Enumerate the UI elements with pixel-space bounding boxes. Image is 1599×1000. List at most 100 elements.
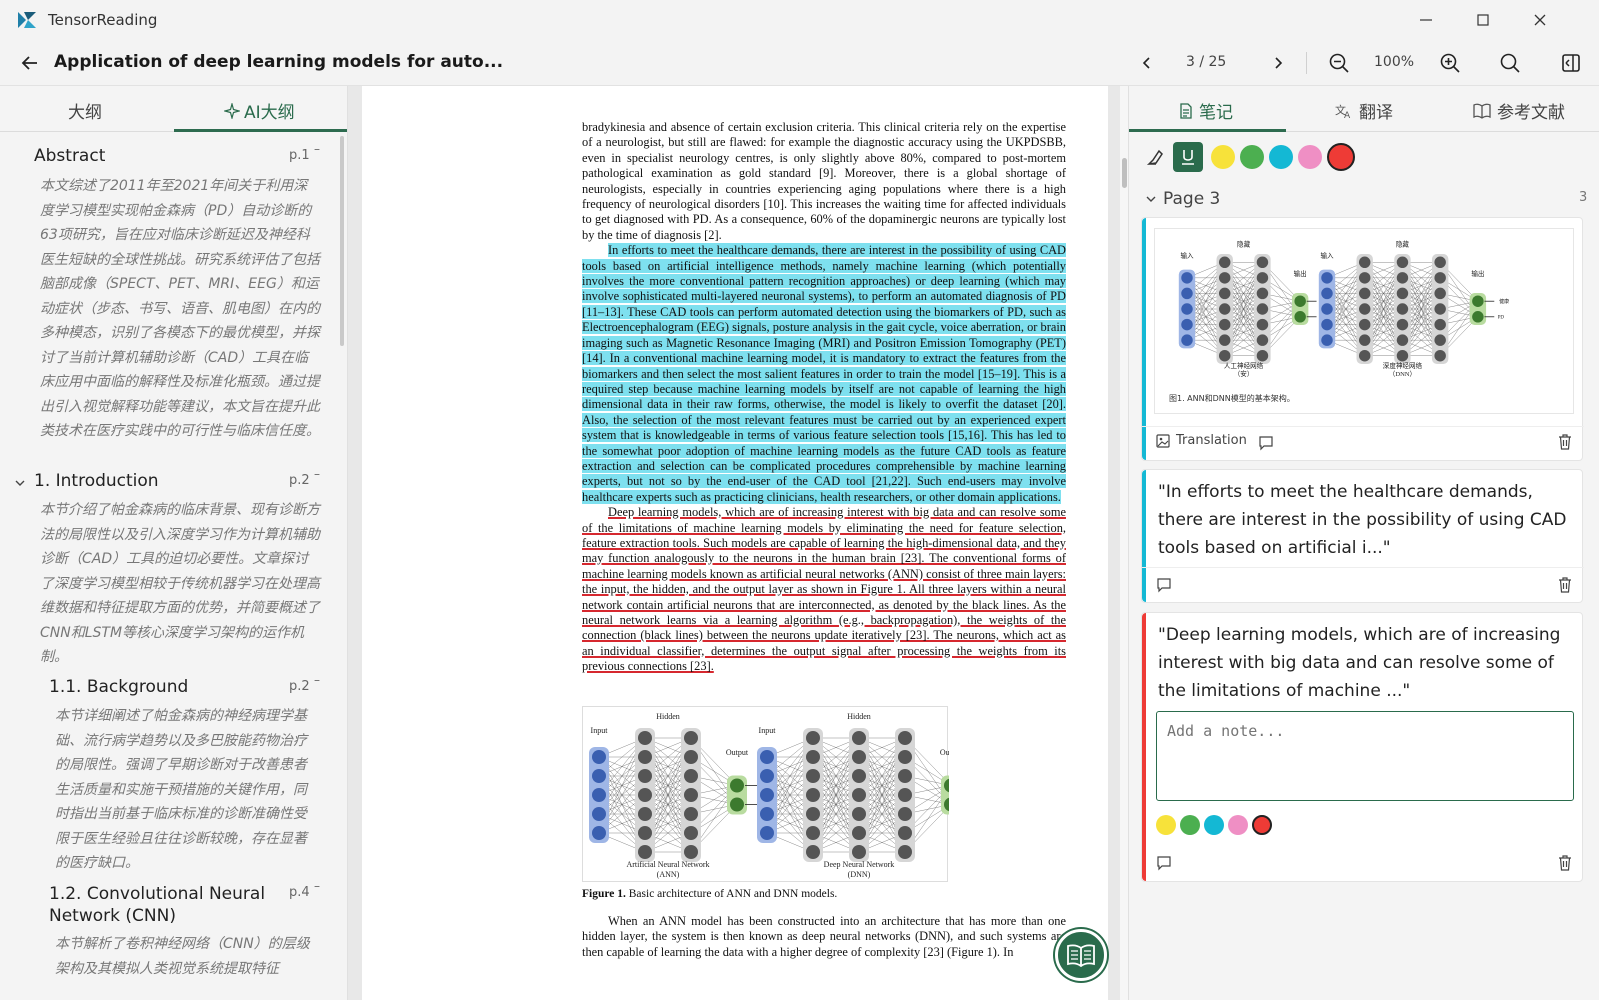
neuron xyxy=(1358,272,1371,284)
close-window-button[interactable] xyxy=(1525,8,1555,32)
neuron xyxy=(1472,311,1484,323)
outline-item-title[interactable]: Abstract xyxy=(34,146,105,166)
page-group-header[interactable]: Page 3 xyxy=(1145,189,1220,209)
note-card-footer: Translation xyxy=(1156,433,1576,453)
collapse-icon[interactable]: – xyxy=(314,467,320,481)
label-pd: PD xyxy=(1498,315,1505,320)
neuron xyxy=(760,769,774,783)
tab-notes[interactable]: 笔记 xyxy=(1179,98,1233,123)
neuron xyxy=(898,845,912,859)
outline-item-title[interactable]: 1. Introduction xyxy=(34,471,159,491)
neuron xyxy=(852,807,866,821)
neuron xyxy=(1434,334,1446,346)
neuron xyxy=(852,826,866,840)
maximize-button[interactable] xyxy=(1468,8,1498,32)
tab-notes-label: 笔记 xyxy=(1199,103,1233,123)
neuron xyxy=(898,731,912,745)
outline-item-title[interactable]: 1.1. Background xyxy=(49,677,188,697)
trash-icon[interactable] xyxy=(1558,855,1572,871)
tab-outline[interactable]: 大纲 xyxy=(68,98,102,123)
neuron xyxy=(1358,303,1371,315)
translation-button[interactable]: Translation xyxy=(1156,433,1247,448)
note-card-underline[interactable]: "Deep learning models, which are of incr… xyxy=(1141,612,1583,882)
comment-icon[interactable] xyxy=(1156,577,1172,593)
collapse-icon[interactable]: – xyxy=(314,879,320,893)
underline-tool[interactable] xyxy=(1173,142,1203,172)
pdf-page[interactable]: bradykinesia and absence of certain excl… xyxy=(362,86,1108,1000)
label-input: 输入 xyxy=(1180,251,1194,260)
tab-ai-outline[interactable]: AI大纲 xyxy=(224,98,295,123)
note-color-bar xyxy=(1142,470,1146,602)
outline-item-title[interactable]: 1.2. Convolutional Neural Network (CNN) xyxy=(49,883,269,927)
neuron xyxy=(592,807,606,821)
neuron xyxy=(638,769,652,783)
label-output: Output xyxy=(726,748,749,757)
note-color-pink[interactable] xyxy=(1228,815,1248,835)
next-page-button[interactable] xyxy=(1265,50,1291,76)
trash-icon[interactable] xyxy=(1558,577,1572,593)
neuron xyxy=(806,826,820,840)
neuron xyxy=(1472,295,1484,307)
zoom-in-button[interactable] xyxy=(1437,50,1463,76)
page-indicator[interactable]: 3 / 25 xyxy=(1186,54,1226,70)
note-input[interactable] xyxy=(1156,711,1574,801)
chevron-down-icon[interactable] xyxy=(14,477,26,489)
color-swatch-pink[interactable] xyxy=(1298,145,1322,169)
neuron xyxy=(638,731,652,745)
neuron xyxy=(1218,334,1231,346)
outline-tabs: 大纲 AI大纲 xyxy=(0,86,347,132)
highlight-cyan[interactable]: In efforts to meet the healthcare demand… xyxy=(582,243,1066,504)
chevron-down-icon xyxy=(1146,196,1156,202)
note-color-green[interactable] xyxy=(1180,815,1200,835)
toggle-sidebar-button[interactable] xyxy=(1558,50,1584,76)
neuron xyxy=(684,769,698,783)
paragraph-underlined[interactable]: Deep learning models, which are of incre… xyxy=(582,505,1066,674)
outline-item-summary: 本节介绍了帕金森病的临床背景、现有诊断方法的局限性以及引入深度学习作为计算机辅助… xyxy=(40,502,320,665)
color-swatch-green[interactable] xyxy=(1240,145,1264,169)
scrollbar-thumb[interactable] xyxy=(1122,158,1127,188)
note-color-cyan[interactable] xyxy=(1204,815,1224,835)
neuron xyxy=(638,750,652,764)
color-swatch-yellow[interactable] xyxy=(1211,145,1235,169)
collapse-icon[interactable]: – xyxy=(314,142,320,156)
comment-icon[interactable] xyxy=(1258,435,1274,451)
collapse-icon[interactable]: – xyxy=(314,673,320,687)
neuron xyxy=(1396,272,1409,284)
outline-scrollbar[interactable] xyxy=(340,136,344,346)
comment-icon[interactable] xyxy=(1156,855,1172,871)
viewer-scrollbar[interactable] xyxy=(1120,86,1128,1000)
color-swatch-cyan[interactable] xyxy=(1269,145,1293,169)
zoom-out-button[interactable] xyxy=(1326,50,1352,76)
neuron xyxy=(898,750,912,764)
document-viewer[interactable]: bradykinesia and absence of certain excl… xyxy=(348,86,1120,1000)
reading-mode-button[interactable] xyxy=(1055,929,1107,981)
network-name: 深度神经网络 xyxy=(1383,361,1423,370)
color-swatch-red[interactable] xyxy=(1327,143,1355,171)
previous-page-button[interactable] xyxy=(1134,50,1160,76)
neuron xyxy=(898,807,912,821)
outline-item-summary: 本节解析了卷积神经网络（CNN）的层级架构及其模拟人类视觉系统提取特征 xyxy=(55,936,310,977)
back-button[interactable] xyxy=(18,51,42,75)
note-color-red[interactable] xyxy=(1252,815,1272,835)
document-body: bradykinesia and absence of certain excl… xyxy=(582,120,1066,675)
outline-item-page: p.2 xyxy=(289,679,310,694)
neuron xyxy=(806,845,820,859)
note-card-highlight[interactable]: "In efforts to meet the healthcare deman… xyxy=(1141,469,1584,603)
note-card-footer xyxy=(1156,577,1576,597)
zoom-in-icon xyxy=(1440,53,1460,73)
tab-references[interactable]: 参考文献 xyxy=(1473,98,1565,123)
tab-ai-outline-label: AI大纲 xyxy=(244,103,295,123)
title-bar: TensorReading xyxy=(0,0,1599,40)
network-abbr: （安） xyxy=(1234,369,1254,378)
paragraph-highlighted[interactable]: In efforts to meet the healthcare demand… xyxy=(582,243,1066,505)
search-icon xyxy=(1500,53,1520,73)
trash-icon[interactable] xyxy=(1558,434,1572,450)
note-color-yellow[interactable] xyxy=(1156,815,1176,835)
search-button[interactable] xyxy=(1497,50,1523,76)
neuron xyxy=(760,750,774,764)
minimize-button[interactable] xyxy=(1411,8,1441,32)
tab-translate[interactable]: 文A 翻译 xyxy=(1335,98,1393,124)
highlighter-tool[interactable] xyxy=(1141,142,1171,172)
note-card-image[interactable]: 输入隐藏输出健康PD人工神经网络（安）输入隐藏输出健康PD深度神经网络（DNN）… xyxy=(1141,217,1584,461)
underline-red[interactable]: Deep learning models, which are of incre… xyxy=(582,505,1066,673)
